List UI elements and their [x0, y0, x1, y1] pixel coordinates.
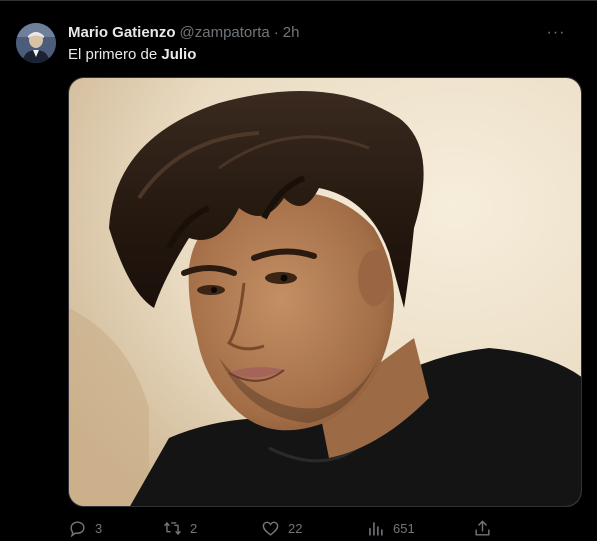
- tweet-text-bold: Julio: [161, 46, 197, 63]
- tweet-media-image[interactable]: [68, 77, 582, 507]
- like-button[interactable]: 22: [261, 517, 302, 539]
- share-button[interactable]: [473, 517, 500, 539]
- tweet-header: Mario Gatienzo @zampatorta · 2h ···: [68, 23, 581, 43]
- heart-icon: [262, 521, 279, 536]
- tweet-text-prefix: El primero de: [68, 46, 162, 63]
- tweet-timestamp[interactable]: 2h: [283, 23, 300, 43]
- views-button[interactable]: 651: [366, 517, 415, 539]
- author-avatar[interactable]: [16, 23, 56, 63]
- tweet-actions-bar: 3 2 22 651: [68, 517, 508, 539]
- repost-button[interactable]: 2: [163, 517, 197, 539]
- reply-icon: [70, 520, 85, 537]
- media-photo: [69, 78, 581, 506]
- tweet-text: El primero de Julio: [68, 45, 196, 65]
- tweet-card[interactable]: Mario Gatienzo @zampatorta · 2h ··· El p…: [0, 0, 597, 541]
- reply-button[interactable]: 3: [68, 517, 102, 539]
- more-icon[interactable]: ···: [539, 23, 573, 43]
- repost-icon: [164, 521, 181, 535]
- like-count: 22: [288, 520, 303, 536]
- author-name[interactable]: Mario Gatienzo: [68, 23, 176, 43]
- repost-count: 2: [190, 520, 198, 536]
- views-chart-icon: [369, 521, 383, 536]
- separator-dot: ·: [273, 24, 279, 41]
- share-icon: [475, 520, 490, 536]
- views-count: 651: [393, 520, 415, 536]
- author-handle[interactable]: @zampatorta: [180, 23, 270, 43]
- reply-count: 3: [95, 520, 103, 536]
